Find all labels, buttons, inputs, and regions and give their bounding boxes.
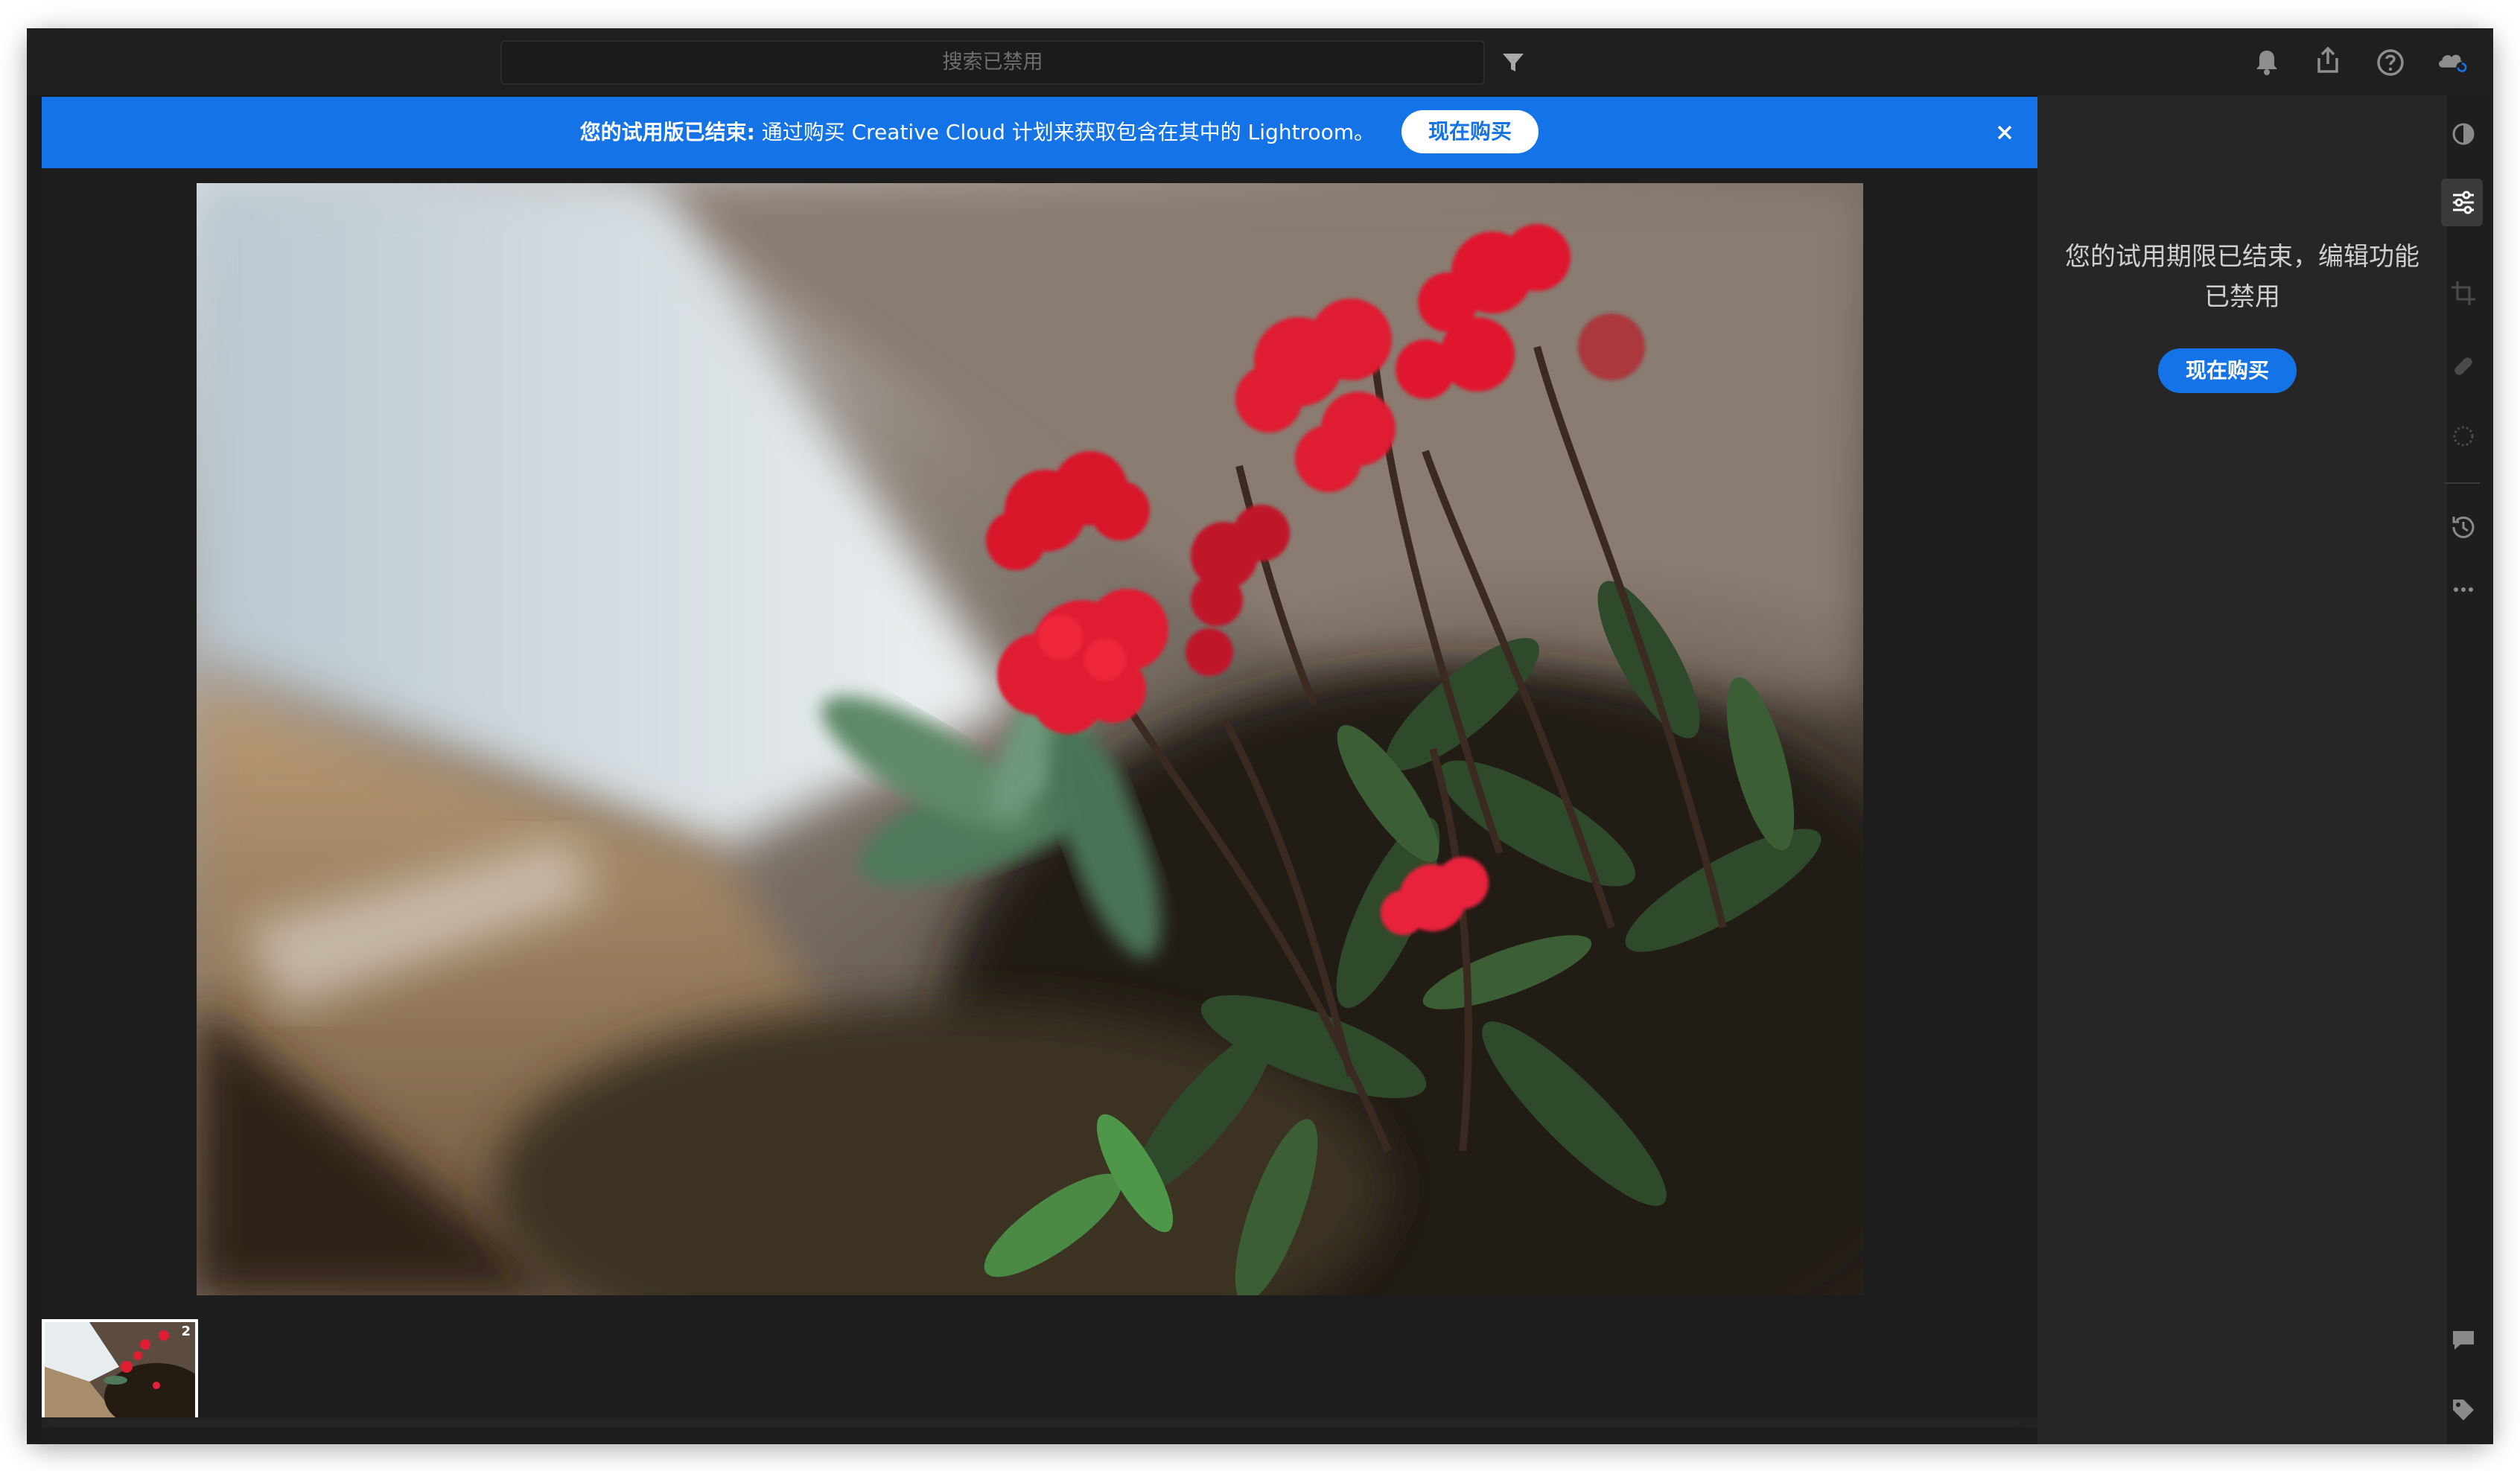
filter-icon[interactable] — [1498, 48, 1528, 77]
scrollbar-thumb[interactable] — [48, 1419, 2021, 1426]
rail-divider — [2444, 482, 2480, 484]
trial-ended-banner: 您的试用版已结束: 通过购买 Creative Cloud 计划来获取包含在其中… — [42, 97, 2037, 168]
history-icon[interactable] — [2447, 511, 2480, 543]
healing-icon[interactable] — [2447, 350, 2480, 383]
trial-expired-message: 您的试用期限已结束，编辑功能已禁用 — [2065, 242, 2419, 312]
banner-buy-now-button[interactable]: 现在购买 — [1401, 110, 1539, 153]
comment-icon[interactable] — [2447, 1324, 2480, 1356]
banner-message-body: 通过购买 Creative Cloud 计划来获取包含在其中的 Lightroo… — [754, 120, 1375, 144]
banner-message-bold: 您的试用版已结束: — [579, 120, 755, 144]
main-photo — [197, 183, 1863, 1295]
close-icon[interactable] — [1993, 121, 2017, 144]
filmstrip-thumbnail[interactable]: 2 — [42, 1319, 198, 1422]
masking-icon[interactable] — [2447, 420, 2480, 453]
filmstrip-scrollbar[interactable] — [42, 1417, 2037, 1428]
share-icon[interactable] — [2310, 43, 2346, 79]
presets-icon[interactable] — [2447, 118, 2480, 150]
search-input[interactable]: 搜索已禁用 — [500, 40, 1485, 85]
crop-icon[interactable] — [2447, 277, 2480, 310]
left-edge-rail — [27, 95, 42, 1444]
thumbnail-count-badge: 2 — [181, 1324, 191, 1339]
bell-icon[interactable] — [2249, 45, 2285, 80]
banner-message: 您的试用版已结束: 通过购买 Creative Cloud 计划来获取包含在其中… — [42, 97, 1375, 168]
edit-sliders-icon[interactable] — [2447, 186, 2480, 219]
tag-icon[interactable] — [2447, 1394, 2480, 1426]
more-icon[interactable] — [2447, 573, 2480, 606]
thumbnail-image — [45, 1322, 195, 1419]
cloud-sync-icon[interactable] — [2435, 43, 2471, 79]
panel-buy-now-button[interactable]: 现在购买 — [2158, 348, 2297, 393]
help-icon[interactable] — [2373, 45, 2408, 80]
